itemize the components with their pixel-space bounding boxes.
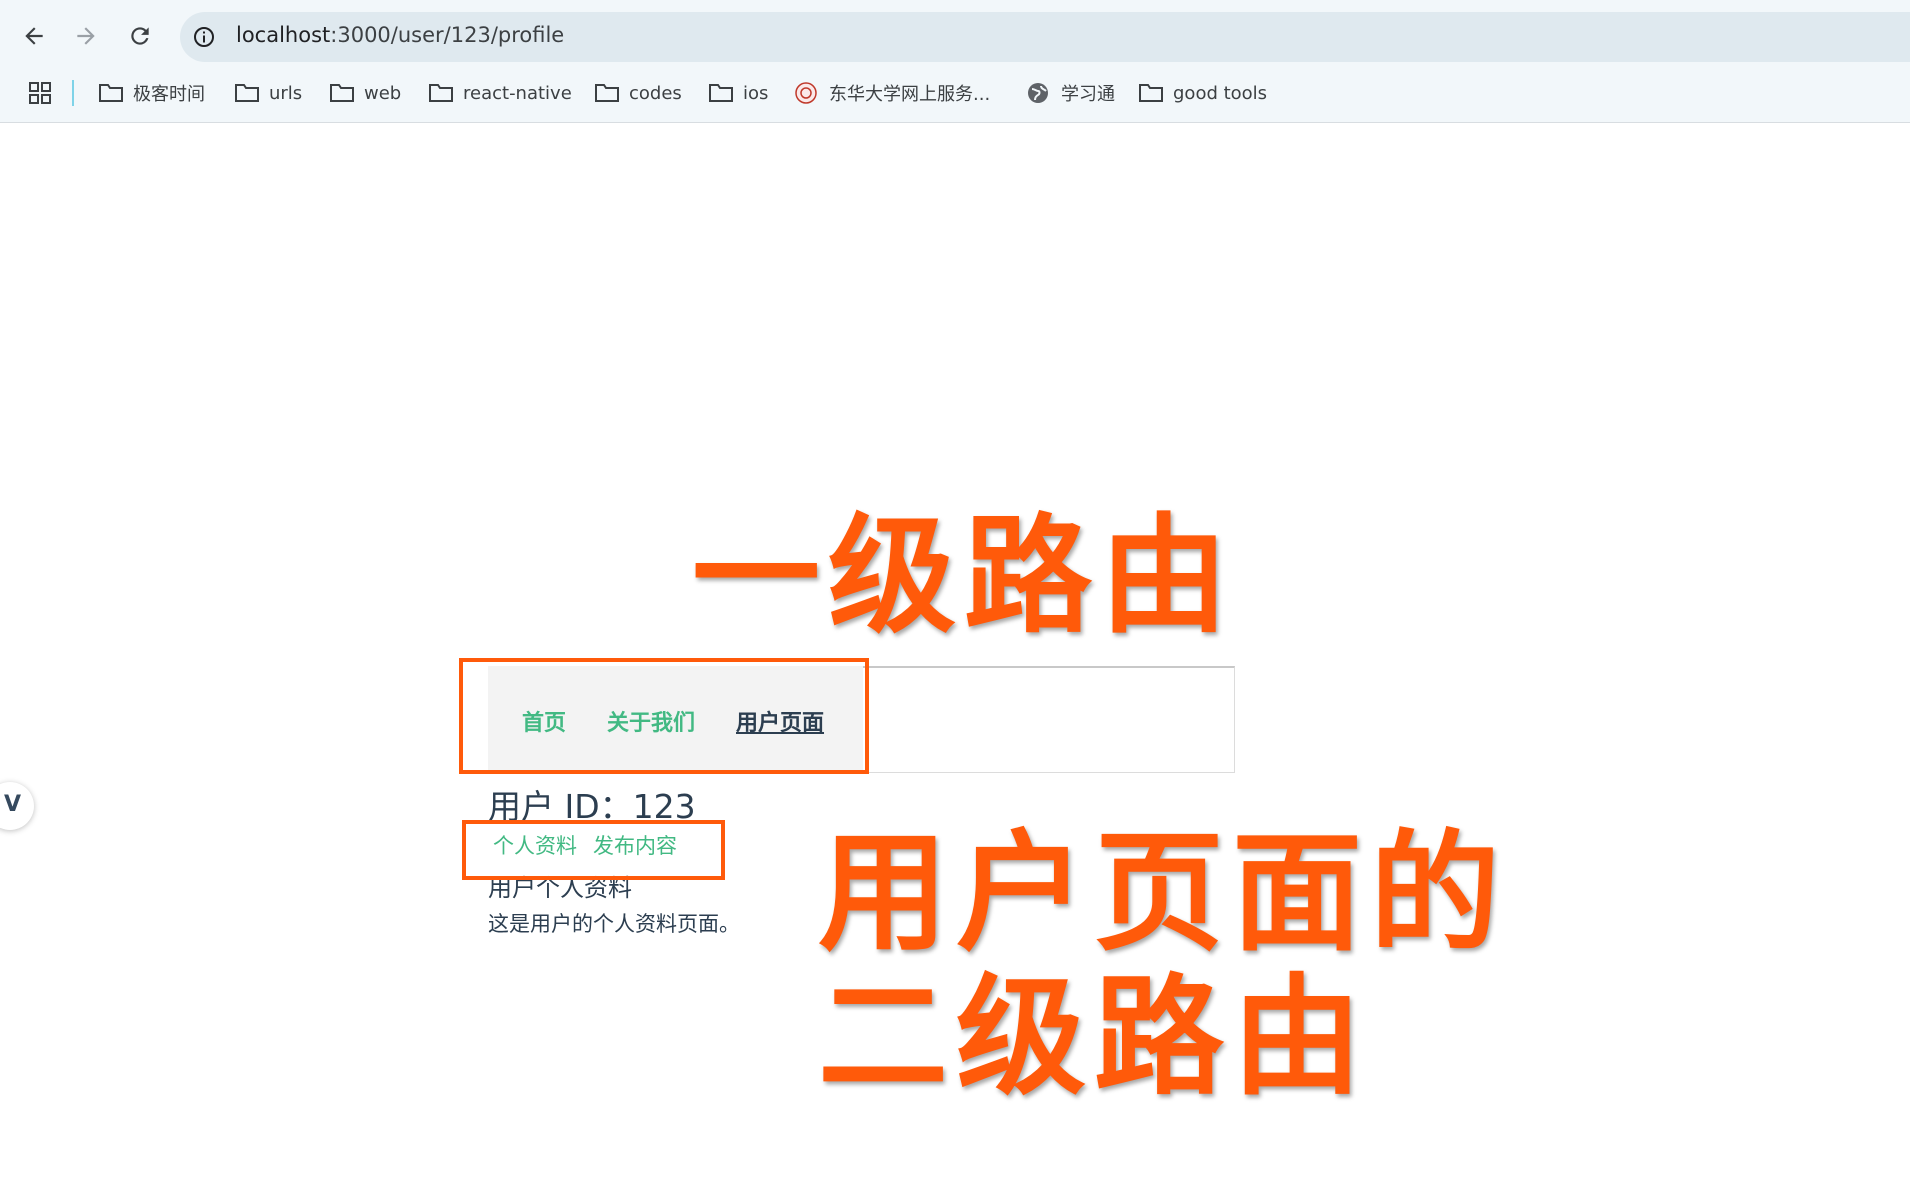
bookmark-folder-jike[interactable]: 极客时间 [98,70,205,116]
globe-icon [1026,82,1052,104]
second-level-route-highlight [462,820,725,880]
url-text[interactable]: localhost:3000/user/123/profile [236,23,564,47]
vue-logo-icon: V [4,792,22,817]
bookmark-label: good tools [1173,82,1268,104]
bookmark-label: 极客时间 [133,84,205,105]
apps-grid-icon[interactable] [28,81,52,105]
url-path: :3000/user/123/profile [330,23,565,47]
bookmark-folder-good-tools[interactable]: good tools [1138,70,1267,116]
bookmark-folder-ios[interactable]: ios [708,70,768,116]
profile-description: 这是用户的个人资料页面。 [488,912,740,936]
second-level-route-label-line2: 二级路由 [817,959,1371,1114]
folder-icon [98,82,124,104]
reload-icon [131,27,149,45]
folder-icon [594,82,620,104]
first-level-route-label: 一级路由 [691,500,1237,652]
bookmarks-bar: 极客时间 urls web react-native codes ios 东华大… [0,70,1910,116]
bookmark-label: ios [743,82,769,104]
url-host: localhost [236,23,331,47]
folder-icon [329,82,355,104]
arrow-right-icon [77,27,95,45]
bookmark-folder-react-native[interactable]: react-native [428,70,572,116]
browser-toolbar: localhost:3000/user/123/profile 极客时间 url… [0,0,1910,123]
bookmark-label: react-native [463,82,572,104]
bookmark-dhu[interactable]: 东华大学网上服务... [794,70,990,116]
folder-icon [1138,82,1164,104]
devtools-toggle-button[interactable]: V [0,782,34,830]
bookmark-label: 学习通 [1061,84,1115,105]
site-info-icon[interactable] [192,25,216,49]
bookmarks-separator [72,80,74,106]
bookmark-folder-codes[interactable]: codes [594,70,682,116]
bookmark-label: 东华大学网上服务... [829,84,991,105]
folder-icon [428,82,454,104]
folder-icon [708,82,734,104]
folder-icon [234,82,260,104]
bookmark-folder-web[interactable]: web [329,70,401,116]
address-bar[interactable]: localhost:3000/user/123/profile [180,12,1910,62]
bookmark-label: urls [269,82,303,104]
bookmark-label: web [364,82,402,104]
back-button[interactable] [16,18,52,54]
arrow-left-icon [25,27,43,45]
bookmark-xuexitong[interactable]: 学习通 [1026,70,1115,116]
university-seal-icon [794,82,820,104]
bookmark-label: codes [629,82,682,104]
first-level-route-highlight [459,658,869,774]
forward-button[interactable] [68,18,104,54]
bookmark-folder-urls[interactable]: urls [234,70,302,116]
reload-button[interactable] [122,18,158,54]
